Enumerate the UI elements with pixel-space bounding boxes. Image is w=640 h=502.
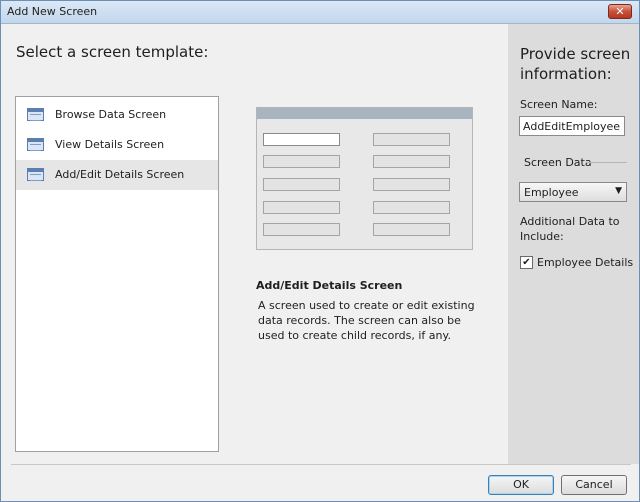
template-item-label: Add/Edit Details Screen (55, 168, 185, 181)
screen-name-label: Screen Name: (520, 98, 598, 111)
preview-field (373, 223, 450, 236)
screen-layout-icon (27, 168, 44, 181)
preview-title-bar (257, 108, 472, 119)
screen-name-input[interactable] (519, 116, 625, 136)
employee-details-checkbox[interactable]: ✔ (520, 256, 533, 269)
screen-info-panel: Provide screen information: Screen Name:… (508, 24, 639, 464)
template-heading: Select a screen template: (16, 43, 209, 61)
screen-info-heading: Provide screen information: (520, 45, 631, 83)
cancel-button[interactable]: Cancel (561, 475, 627, 495)
preview-field (373, 201, 450, 214)
preview-field (263, 223, 340, 236)
preview-field (373, 178, 450, 191)
employee-details-label[interactable]: Employee Details (537, 256, 633, 269)
chevron-down-icon: ▼ (615, 186, 622, 196)
preview-field (373, 155, 450, 168)
additional-data-label: Additional Data to Include: (520, 215, 620, 243)
template-item-label: Browse Data Screen (55, 108, 167, 121)
screen-data-label: Screen Data (524, 156, 592, 169)
template-list[interactable]: Browse Data Screen View Details Screen A… (15, 96, 219, 452)
screen-data-value: Employee (524, 186, 579, 199)
template-item-add-edit-details[interactable]: Add/Edit Details Screen (16, 160, 218, 190)
ok-button[interactable]: OK (488, 475, 554, 495)
add-new-screen-dialog: Add New Screen ✕ Select a screen templat… (0, 0, 640, 502)
preview-field (263, 178, 340, 191)
title-bar: Add New Screen ✕ (1, 1, 639, 24)
screen-data-divider (587, 162, 627, 163)
close-icon[interactable]: ✕ (608, 4, 632, 19)
preview-field (263, 133, 340, 146)
screen-layout-icon (27, 108, 44, 121)
screen-data-dropdown[interactable]: Employee ▼ (519, 182, 627, 202)
window-title: Add New Screen (7, 5, 98, 18)
preview-field (263, 201, 340, 214)
preview-field (263, 155, 340, 168)
template-preview (256, 107, 473, 250)
template-item-browse-data[interactable]: Browse Data Screen (16, 100, 218, 130)
template-description-title: Add/Edit Details Screen (256, 279, 403, 292)
screen-layout-icon (27, 138, 44, 151)
preview-field (373, 133, 450, 146)
footer-divider (11, 464, 631, 465)
template-description-text: A screen used to create or edit existing… (258, 299, 475, 342)
template-item-label: View Details Screen (55, 138, 165, 151)
template-item-view-details[interactable]: View Details Screen (16, 130, 218, 160)
